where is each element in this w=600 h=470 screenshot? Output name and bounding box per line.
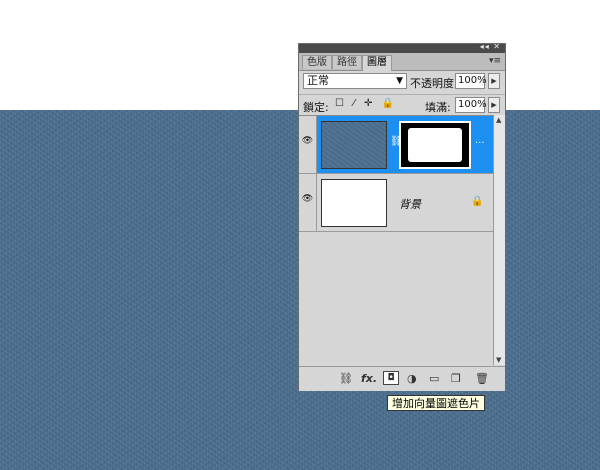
- layers-scrollbar[interactable]: ▲ ▼: [493, 115, 505, 365]
- collapse-close-icons[interactable]: ◂◂ ✕: [480, 42, 501, 51]
- new-group-icon[interactable]: ▭: [429, 372, 439, 385]
- layer-thumbnail: [321, 179, 387, 227]
- layer-thumbnail: [321, 121, 387, 169]
- add-vector-mask-icon[interactable]: ◘: [383, 371, 399, 385]
- layer-row[interactable]: 👁 ⛓ ···: [299, 116, 493, 174]
- layer-row[interactable]: 👁 背景 🔒: [299, 174, 493, 232]
- panel-bottom-bar: ⛓ fx. ◘ ◑ ▭ ❐ 🗑: [299, 366, 505, 391]
- panel-tabs: 色版 路徑 圖層 ▾≡: [299, 53, 505, 71]
- tab-channels[interactable]: 色版: [302, 55, 332, 69]
- fill-slider-arrow-icon[interactable]: ▶: [488, 97, 500, 113]
- visibility-eye-icon[interactable]: 👁: [299, 116, 317, 173]
- trash-icon[interactable]: 🗑: [475, 372, 489, 385]
- opacity-input[interactable]: 100%: [455, 73, 487, 89]
- fill-label: 填滿:: [425, 101, 451, 114]
- blend-mode-value: 正常: [307, 74, 329, 87]
- new-layer-icon[interactable]: ❐: [451, 372, 461, 385]
- fx-icon[interactable]: fx.: [361, 372, 377, 385]
- dropdown-arrow-icon: ▼: [396, 76, 403, 86]
- tooltip: 增加向量圖遮色片: [387, 395, 485, 411]
- opacity-label: 不透明度:: [410, 77, 458, 90]
- vector-mask-thumbnail[interactable]: [399, 121, 471, 169]
- lock-label: 鎖定:: [303, 101, 329, 114]
- opacity-slider-arrow-icon[interactable]: ▶: [488, 73, 500, 89]
- mask-shape: [408, 128, 462, 162]
- scroll-up-icon[interactable]: ▲: [496, 116, 501, 124]
- visibility-eye-icon[interactable]: 👁: [299, 174, 317, 231]
- layers-list: 👁 ⛓ ··· 👁 背景 🔒: [299, 115, 493, 366]
- adjustment-layer-icon[interactable]: ◑: [407, 372, 417, 385]
- lock-options-icons[interactable]: ☐ ⁄ ✛ 🔒: [335, 98, 397, 109]
- layer-name[interactable]: 背景: [399, 196, 421, 212]
- link-icon[interactable]: ⛓: [339, 372, 353, 385]
- scroll-down-icon[interactable]: ▼: [496, 356, 501, 364]
- tab-layers[interactable]: 圖層: [362, 55, 392, 71]
- fill-input[interactable]: 100%: [455, 97, 487, 113]
- panel-titlebar[interactable]: ◂◂ ✕: [299, 42, 505, 53]
- lock-fill-row: 鎖定: ☐ ⁄ ✛ 🔒 填滿: 100% ▶: [299, 94, 505, 115]
- blend-mode-select[interactable]: 正常 ▼: [303, 73, 407, 89]
- tab-paths[interactable]: 路徑: [332, 55, 362, 69]
- blend-opacity-row: 正常 ▼ 不透明度: 100% ▶: [299, 71, 505, 93]
- layers-panel: ◂◂ ✕ 色版 路徑 圖層 ▾≡ 正常 ▼ 不透明度: 100% ▶ 鎖定: ☐…: [298, 42, 506, 391]
- layer-more-icon: ···: [475, 138, 485, 149]
- lock-icon: 🔒: [471, 196, 484, 207]
- panel-menu-icon[interactable]: ▾≡: [489, 56, 501, 66]
